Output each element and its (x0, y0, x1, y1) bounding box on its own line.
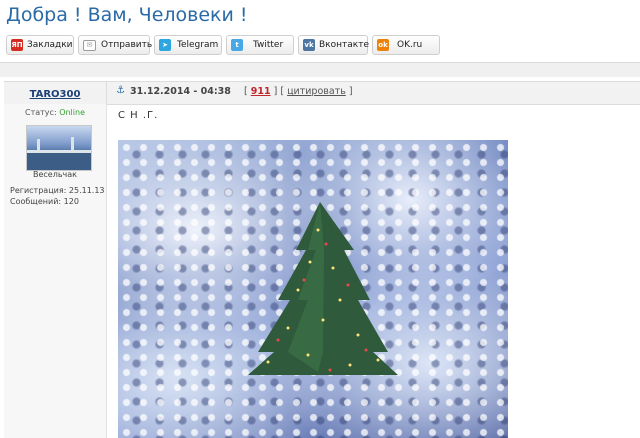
post-text: С Н .Г. (118, 110, 159, 121)
mail-icon: ✉ (83, 40, 96, 51)
status-line: Статус: Online (4, 108, 106, 117)
share-button-label: Отправить (101, 40, 153, 50)
avatar[interactable] (26, 125, 92, 171)
topic-strip (0, 63, 640, 77)
share-bookmarks-button[interactable]: ЯП Закладки (6, 35, 74, 55)
share-twitter-button[interactable]: t Twitter (226, 35, 294, 55)
quote-link[interactable]: цитировать (287, 86, 346, 97)
post-header: TARO300 ⚓ 31.12.2014 - 04:38 [ 911 ] [ ц… (4, 81, 640, 105)
christmas-tree-image (248, 202, 398, 375)
vk-icon: vk (303, 39, 315, 51)
share-button-label: Twitter (253, 40, 284, 50)
page-title: Добра ! Вам, Человеки ! (6, 4, 248, 26)
telegram-icon: ➤ (159, 39, 171, 51)
avatar-water (27, 153, 91, 170)
status-value: Online (59, 108, 85, 117)
post-meta: [ 911 ] [ цитировать ] (244, 86, 353, 97)
anchor-icon[interactable]: ⚓ (116, 85, 125, 96)
twitter-icon: t (231, 39, 243, 51)
author-info-column: Статус: Online Весельчак Регистрация: 25… (4, 104, 107, 438)
post-number-link[interactable]: 911 (251, 86, 271, 97)
share-vk-button[interactable]: vk Вконтакте (298, 35, 369, 55)
post-image (118, 140, 508, 438)
share-send-button[interactable]: ✉ Отправить (78, 35, 153, 55)
ya-bookmarks-icon: ЯП (11, 39, 23, 51)
message-count: Сообщений: 120 (10, 197, 79, 206)
post-date: 31.12.2014 - 04:38 (130, 86, 231, 97)
author-name-link[interactable]: TARO300 (30, 89, 81, 100)
author-cell: TARO300 (4, 82, 107, 104)
share-button-label: Закладки (27, 40, 73, 50)
share-button-label: Вконтакте (319, 40, 369, 50)
share-telegram-button[interactable]: ➤ Telegram (154, 35, 222, 55)
status-label: Статус: (25, 108, 57, 117)
user-rank: Весельчак (32, 170, 78, 179)
share-ok-button[interactable]: ok OK.ru (372, 35, 440, 55)
share-button-label: Telegram (177, 40, 219, 50)
registration-date: Регистрация: 25.11.13 (10, 186, 105, 195)
share-button-label: OK.ru (397, 40, 423, 50)
ok-icon: ok (377, 39, 389, 51)
